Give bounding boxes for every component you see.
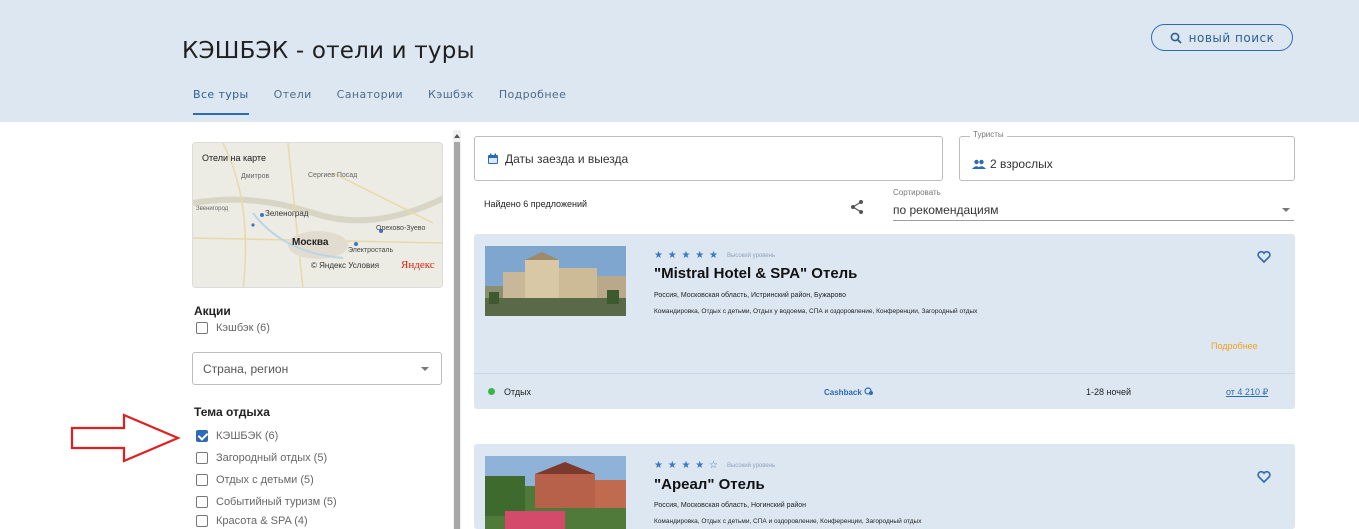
map-copyright[interactable]: © Яндекс Условия <box>311 261 379 270</box>
hotel-stars: ★ ★ ★ ★ ☆ Высокий уровень <box>654 460 775 471</box>
map-title: Отели на карте <box>202 153 266 163</box>
checkbox-checked[interactable] <box>196 430 208 442</box>
calendar-icon <box>488 153 498 164</box>
favorite-heart-icon[interactable] <box>1257 471 1271 483</box>
hotel-location: Россия, Московская область, Ногинский ра… <box>654 502 807 509</box>
filter-label: Кэшбэк (6) <box>216 322 270 334</box>
checkbox[interactable] <box>196 515 208 527</box>
hotel-card[interactable]: ★ ★ ★ ★ ★ Высокий уровень "Mistral Hotel… <box>474 234 1295 409</box>
hotels-map[interactable]: Отели на карте Дмитров Сергиев Посад Зве… <box>192 142 443 288</box>
hotel-photo[interactable] <box>485 246 626 316</box>
tourists-value: 2 взрослых <box>990 157 1053 171</box>
card-footer: Отдых Cashback 1-28 ночей от 4 210 ₽ <box>474 373 1295 409</box>
filter-theme-events[interactable]: Событийный туризм (5) <box>196 496 337 508</box>
hotel-level: Высокий уровень <box>726 462 776 469</box>
tab-bar: Все туры Отели Санатории Кэшбэк Подробне… <box>193 88 591 115</box>
checkbox[interactable] <box>196 322 208 334</box>
search-icon <box>1170 32 1182 44</box>
map-label-elektrostal: Электросталь <box>348 247 394 254</box>
tab-hotels[interactable]: Отели <box>274 88 312 115</box>
map-label-sergiev: Сергиев Посад <box>308 172 358 179</box>
tab-cashback[interactable]: Кэшбэк <box>428 88 474 115</box>
hotel-level: Высокий уровень <box>726 252 776 259</box>
filter-label: Отдых с детьми (5) <box>216 474 314 486</box>
new-search-label: новый поиск <box>1188 30 1275 45</box>
tourists-legend: Туристы <box>970 130 1007 139</box>
cashback-icon <box>864 387 874 395</box>
filter-theme-country[interactable]: Загородный отдых (5) <box>196 452 327 464</box>
region-select[interactable]: Страна, регион <box>192 352 442 385</box>
cashback-label: Cashback <box>824 388 862 397</box>
checkbox[interactable] <box>196 474 208 486</box>
results-count: Найдено 6 предложений <box>484 199 588 209</box>
filter-cashback[interactable]: Кэшбэк (6) <box>196 322 270 334</box>
filter-theme-kids[interactable]: Отдых с детьми (5) <box>196 474 314 486</box>
sort-value: по рекомендациям <box>893 203 999 217</box>
tourists-field[interactable]: Туристы 2 взрослых <box>959 130 1295 181</box>
region-select-placeholder: Страна, регион <box>203 361 289 376</box>
dates-field[interactable]: Даты заезда и выезда <box>474 136 943 181</box>
hotel-name[interactable]: "Ареал" Отель <box>654 476 765 493</box>
status-dot <box>488 388 495 395</box>
filter-label: Загородный отдых (5) <box>216 452 328 464</box>
filter-theme-cashback[interactable]: КЭШБЭК (6) <box>196 430 278 442</box>
page-header: КЭШБЭК - отели и туры новый поиск Все ту… <box>0 0 1359 122</box>
hotel-photo[interactable] <box>485 456 626 529</box>
theme-title: Тема отдыха <box>194 405 270 419</box>
map-label-dmitrov: Дмитров <box>241 173 270 180</box>
hotel-tags: Командировка, Отдых с детьми, Отдых у во… <box>654 308 978 315</box>
dates-label: Даты заезда и выезда <box>505 151 629 166</box>
chevron-down-icon <box>421 367 429 371</box>
filter-label: Событийный туризм (5) <box>216 496 337 508</box>
checkbox[interactable] <box>196 496 208 508</box>
nights-range: 1-28 ночей <box>1086 387 1132 397</box>
sort-select[interactable]: по рекомендациям <box>893 203 1294 221</box>
share-icon[interactable] <box>850 199 864 215</box>
scrollbar-thumb[interactable] <box>454 142 460 529</box>
filter-label: КЭШБЭК (6) <box>216 430 279 442</box>
checkbox[interactable] <box>196 452 208 464</box>
tab-details[interactable]: Подробнее <box>499 88 566 115</box>
map-label-moscow: Москва <box>292 237 329 248</box>
tab-sanatoriums[interactable]: Санатории <box>337 88 403 115</box>
filter-label: Красота & SPA (4) <box>216 515 308 527</box>
new-search-button[interactable]: новый поиск <box>1151 24 1293 51</box>
red-arrow-annotation <box>70 413 181 463</box>
price-link[interactable]: от 4 210 ₽ <box>1226 387 1268 398</box>
cashback-badge: Cashback <box>824 387 874 397</box>
hotel-name[interactable]: "Mistral Hotel & SPA" Отель <box>654 265 857 282</box>
hotel-location: Россия, Московская область, Истринский р… <box>654 292 846 299</box>
star-rating: ★ ★ ★ ★ ★ <box>654 250 719 261</box>
tab-all-tours[interactable]: Все туры <box>193 88 249 115</box>
people-icon <box>972 159 986 169</box>
arrow-up-icon <box>454 134 460 138</box>
hotel-stars: ★ ★ ★ ★ ★ Высокий уровень <box>654 250 775 261</box>
scroll-up-button[interactable] <box>453 130 461 142</box>
hotel-card[interactable]: ★ ★ ★ ★ ☆ Высокий уровень "Ареал" Отель … <box>474 444 1295 529</box>
sort-label: Сортировать <box>893 188 941 197</box>
favorite-heart-icon[interactable] <box>1257 251 1271 263</box>
tour-type: Отдых <box>504 387 532 397</box>
chevron-down-icon <box>1282 208 1290 212</box>
star-rating: ★ ★ ★ ★ ☆ <box>654 460 719 471</box>
yandex-logo: Яндекс <box>401 259 435 271</box>
filter-theme-spa[interactable]: Красота & SPA (4) <box>196 515 308 527</box>
map-label-orekhovo: Орехово-Зуево <box>376 225 426 232</box>
map-label-zvenigorod: Звенигород <box>196 206 229 212</box>
map-label-zelenograd: Зеленоград <box>265 209 309 218</box>
details-link[interactable]: Подробнее <box>1211 341 1258 351</box>
hotel-tags: Командировка, Отдых с детьми, СПА и оздо… <box>654 518 922 525</box>
page-title: КЭШБЭК - отели и туры <box>182 38 475 64</box>
promo-title: Акции <box>194 304 231 318</box>
